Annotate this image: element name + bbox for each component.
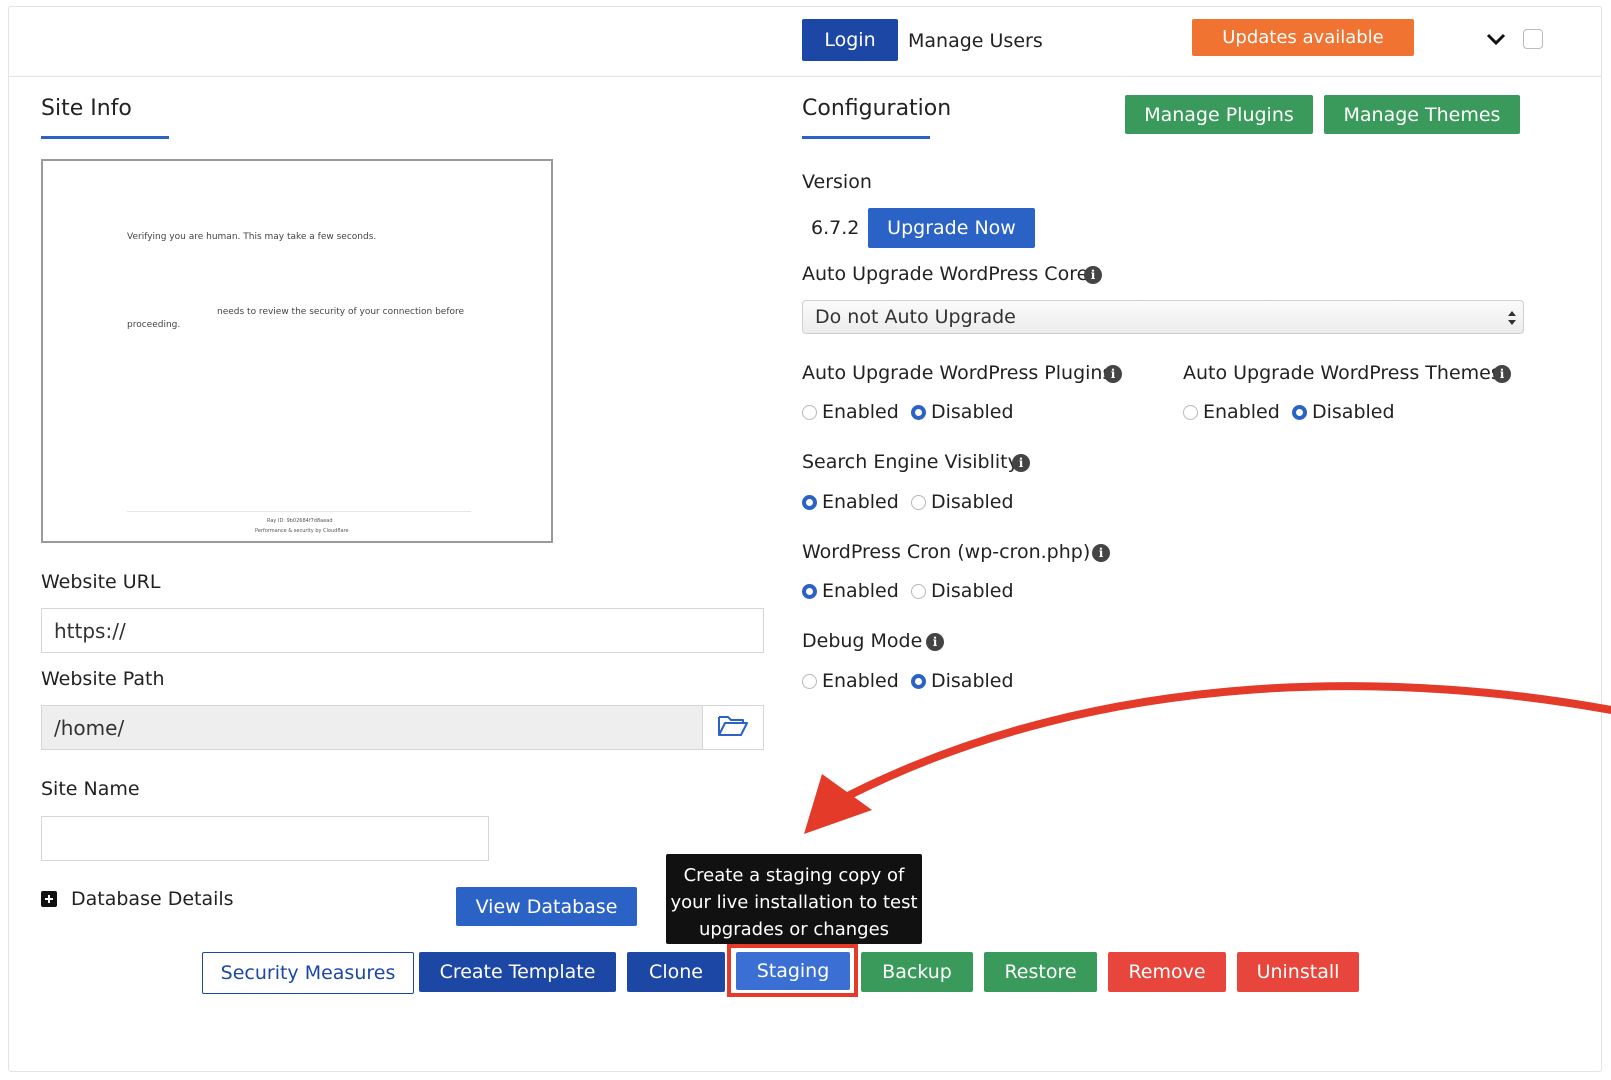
website-url-input[interactable]: https:// [41, 608, 764, 653]
cron-disabled-radio[interactable] [911, 584, 926, 599]
database-details-toggle[interactable]: Database Details [71, 888, 234, 910]
auto-themes-enabled-label[interactable]: Enabled [1203, 401, 1280, 423]
uninstall-button[interactable]: Uninstall [1237, 952, 1359, 992]
tooltip-line-2: your live installation to test [670, 892, 918, 913]
configuration-underline [802, 136, 930, 139]
site-info-underline [41, 136, 169, 139]
info-icon[interactable]: i [1493, 365, 1511, 383]
info-icon[interactable]: i [926, 633, 944, 651]
auto-core-select[interactable]: Do not Auto Upgrade [802, 300, 1524, 334]
cron-enabled-radio[interactable] [802, 584, 817, 599]
auto-themes-disabled-label[interactable]: Disabled [1312, 401, 1395, 423]
manage-plugins-button[interactable]: Manage Plugins [1125, 95, 1313, 134]
cron-disabled-label[interactable]: Disabled [931, 580, 1014, 602]
debug-label: Debug Mode [802, 630, 923, 652]
search-engine-enabled-label[interactable]: Enabled [822, 491, 899, 513]
website-path-label: Website Path [41, 668, 165, 690]
preview-divider [127, 511, 471, 512]
auto-plugins-disabled-label[interactable]: Disabled [931, 401, 1014, 423]
cron-label: WordPress Cron (wp-cron.php) [802, 541, 1091, 563]
updates-available-button[interactable]: Updates available [1192, 19, 1414, 56]
staging-tooltip: Create a staging copy of your live insta… [666, 854, 922, 944]
select-checkbox[interactable] [1523, 29, 1543, 49]
preview-line-2: needs to review the security of your con… [217, 307, 465, 317]
configuration-title: Configuration [802, 96, 952, 121]
auto-themes-enabled-radio[interactable] [1183, 405, 1198, 420]
info-icon[interactable]: i [1104, 365, 1122, 383]
auto-plugins-label: Auto Upgrade WordPress Plugins [802, 362, 1113, 384]
browse-folder-button[interactable] [702, 705, 764, 750]
auto-themes-label: Auto Upgrade WordPress Themes [1183, 362, 1501, 384]
site-info-title: Site Info [41, 96, 132, 121]
auto-plugins-enabled-radio[interactable] [802, 405, 817, 420]
version-value: 6.7.2 [811, 217, 860, 239]
tooltip-line-1: Create a staging copy of [683, 865, 905, 886]
search-engine-disabled-label[interactable]: Disabled [931, 491, 1014, 513]
search-engine-label: Search Engine Visiblity [802, 451, 1019, 473]
auto-plugins-disabled-radio[interactable] [911, 405, 926, 420]
auto-plugins-enabled-label[interactable]: Enabled [822, 401, 899, 423]
clone-button[interactable]: Clone [627, 952, 725, 992]
preview-footer-2: Performance & security by Cloudflare [255, 528, 349, 534]
site-preview: Verifying you are human. This may take a… [41, 159, 553, 543]
tooltip-line-3: upgrades or changes [698, 919, 890, 940]
plus-square-icon[interactable] [41, 891, 57, 907]
preview-footer-1: Ray ID: 9b02684f7d8aead [267, 518, 333, 524]
auto-core-label: Auto Upgrade WordPress Core [802, 263, 1089, 285]
website-path-input[interactable]: /home/ [41, 705, 703, 750]
remove-button[interactable]: Remove [1108, 952, 1226, 992]
version-label: Version [802, 171, 872, 193]
staging-button[interactable]: Staging [736, 952, 850, 990]
info-icon[interactable]: i [1012, 454, 1030, 472]
annotation-arrow [804, 682, 1611, 834]
security-measures-button[interactable]: Security Measures [202, 952, 414, 994]
info-icon[interactable]: i [1084, 266, 1102, 284]
info-icon[interactable]: i [1092, 544, 1110, 562]
create-template-button[interactable]: Create Template [419, 952, 616, 992]
search-engine-enabled-radio[interactable] [802, 495, 817, 510]
cron-enabled-label[interactable]: Enabled [822, 580, 899, 602]
select-arrows-icon [1507, 309, 1517, 332]
restore-button[interactable]: Restore [984, 952, 1097, 992]
folder-open-icon [717, 714, 749, 742]
search-engine-disabled-radio[interactable] [911, 495, 926, 510]
auto-core-selected-value: Do not Auto Upgrade [815, 306, 1016, 328]
preview-line-1: Verifying you are human. This may take a… [127, 232, 377, 242]
site-name-input[interactable] [41, 816, 489, 861]
manage-themes-button[interactable]: Manage Themes [1324, 95, 1520, 134]
chevron-down-icon[interactable] [1485, 28, 1507, 50]
site-name-label: Site Name [41, 778, 140, 800]
website-url-label: Website URL [41, 571, 161, 593]
backup-button[interactable]: Backup [861, 952, 973, 992]
login-button[interactable]: Login [802, 19, 898, 61]
auto-themes-disabled-radio[interactable] [1292, 405, 1307, 420]
view-database-button[interactable]: View Database [456, 887, 637, 926]
preview-line-3: proceeding. [127, 320, 181, 330]
manage-users-link[interactable]: Manage Users [908, 30, 1043, 52]
upgrade-now-button[interactable]: Upgrade Now [868, 208, 1035, 248]
